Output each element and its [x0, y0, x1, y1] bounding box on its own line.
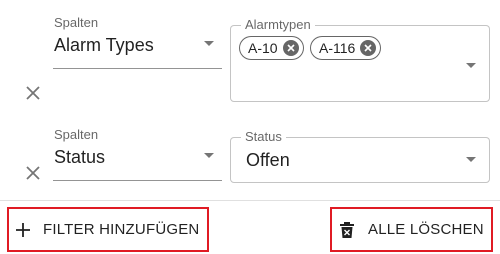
chip-label: A-116 [319, 40, 356, 56]
column-select[interactable]: Spalten Status [53, 127, 222, 183]
chip-label: A-10 [248, 40, 278, 56]
remove-filter-button[interactable] [23, 163, 43, 183]
chip-a-116: A-116 [310, 36, 382, 60]
select-underline [53, 68, 222, 69]
add-filter-button[interactable]: FILTER HINZUFÜGEN [7, 207, 209, 252]
clear-all-button[interactable]: ALLE LÖSCHEN [330, 207, 493, 252]
close-icon [26, 86, 40, 100]
clear-all-label: ALLE LÖSCHEN [368, 221, 484, 238]
select-underline [53, 180, 222, 181]
chip-a-10: A-10 [239, 36, 304, 60]
column-select-value: Alarm Types [54, 35, 154, 55]
alarm-types-label: Alarmtypen [241, 17, 315, 33]
chevron-down-icon [466, 63, 476, 68]
chevron-down-icon [204, 41, 214, 46]
chevron-down-icon [204, 153, 214, 158]
status-label: Status [241, 129, 286, 145]
column-select-label: Spalten [54, 127, 99, 142]
column-select[interactable]: Spalten Alarm Types [53, 15, 222, 71]
close-icon [26, 166, 40, 180]
chip-delete-icon[interactable] [282, 40, 299, 56]
trash-icon [340, 221, 354, 238]
status-value: Offen [246, 150, 290, 170]
column-select-value: Status [54, 147, 106, 167]
status-select[interactable]: Status Offen [230, 129, 490, 183]
chevron-down-icon [466, 157, 476, 162]
divider [0, 200, 500, 201]
column-select-label: Spalten [54, 15, 99, 30]
plus-icon [16, 222, 30, 237]
add-filter-label: FILTER HINZUFÜGEN [43, 221, 200, 238]
chip-delete-icon[interactable] [360, 40, 377, 56]
remove-filter-button[interactable] [23, 83, 43, 103]
